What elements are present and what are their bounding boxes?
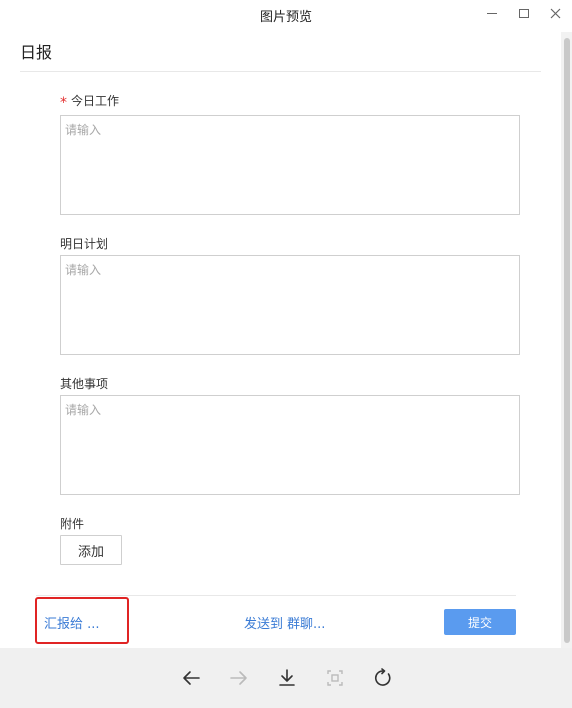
footer-divider xyxy=(36,595,516,596)
other-items-input[interactable] xyxy=(60,395,520,495)
required-mark: * xyxy=(60,95,67,111)
field-label-tomorrow-plan: 明日计划 xyxy=(60,237,109,251)
title-bar: 图片预览 xyxy=(0,0,572,32)
forward-arrow-icon xyxy=(230,671,247,685)
download-button[interactable] xyxy=(275,666,299,690)
close-icon xyxy=(550,8,560,18)
group-chat-link[interactable]: 群聊... xyxy=(287,617,325,632)
add-attachment-button[interactable]: 添加 xyxy=(60,535,122,565)
highlight-annotation xyxy=(35,597,129,644)
image-preview-window: 图片预览 日报 *今日工作 明日计划 其他事项 附件 添加 汇报给 ... 发送… xyxy=(0,0,572,708)
field-label-today-work: * 今日工作 xyxy=(60,92,120,111)
page-title: 日报 xyxy=(20,43,53,62)
rotate-button[interactable] xyxy=(371,666,395,690)
back-arrow-icon xyxy=(183,671,200,685)
rotate-icon xyxy=(375,668,391,686)
field-label-other-items: 其他事项 xyxy=(60,377,109,391)
attachment-label: 附件 xyxy=(60,517,85,531)
download-icon xyxy=(279,669,295,686)
header-divider xyxy=(20,71,541,72)
send-to-label: 发送到 xyxy=(244,617,284,632)
send-to-group[interactable]: 发送到 群聊... xyxy=(244,613,325,632)
submit-button[interactable]: 提交 xyxy=(444,609,516,635)
forward-button[interactable] xyxy=(227,666,251,690)
tomorrow-plan-input[interactable] xyxy=(60,255,520,355)
maximize-button[interactable] xyxy=(507,0,541,26)
maximize-icon xyxy=(519,8,529,18)
scrollbar-thumb[interactable] xyxy=(564,38,570,643)
close-button[interactable] xyxy=(538,0,572,26)
fit-screen-icon xyxy=(327,670,343,686)
minimize-icon xyxy=(487,13,497,14)
field-label-text: 今日工作 xyxy=(71,94,120,108)
minimize-button[interactable] xyxy=(475,0,509,26)
back-button[interactable] xyxy=(179,666,203,690)
today-work-input[interactable] xyxy=(60,115,520,215)
fit-screen-button[interactable] xyxy=(323,666,347,690)
